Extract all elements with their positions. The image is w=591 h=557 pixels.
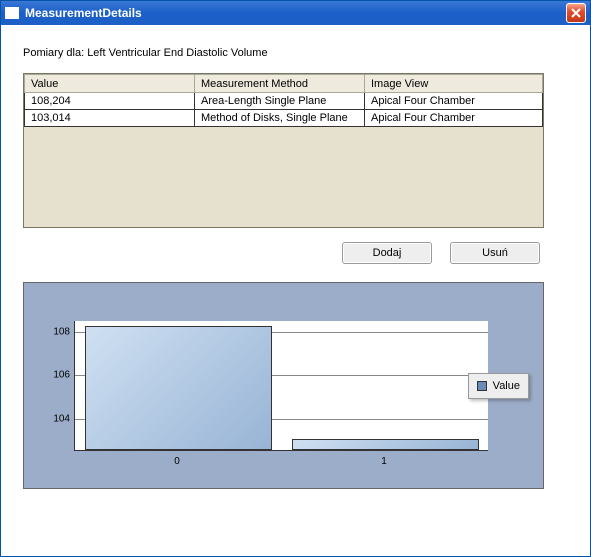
button-row: Dodaj Usuń bbox=[23, 228, 568, 272]
col-header-method[interactable]: Measurement Method bbox=[195, 75, 365, 93]
cell-value[interactable]: 103,014 bbox=[25, 110, 195, 127]
cell-method[interactable]: Method of Disks, Single Plane bbox=[195, 110, 365, 127]
legend-label: Value bbox=[493, 380, 520, 392]
chart-legend: Value bbox=[468, 373, 529, 399]
plot-area: 104 106 108 0 1 bbox=[74, 321, 488, 451]
x-tick: 0 bbox=[174, 456, 180, 467]
close-button[interactable] bbox=[566, 3, 586, 23]
prompt-label: Pomiary dla: Left Ventricular End Diasto… bbox=[23, 47, 568, 59]
table-row[interactable]: 108,204 Area-Length Single Plane Apical … bbox=[25, 93, 543, 110]
data-grid[interactable]: Value Measurement Method Image View 108,… bbox=[23, 73, 544, 228]
y-tick: 108 bbox=[46, 326, 70, 337]
y-tick: 106 bbox=[46, 370, 70, 381]
remove-button[interactable]: Usuń bbox=[450, 242, 540, 264]
cell-value[interactable]: 108,204 bbox=[25, 93, 195, 110]
window-title: MeasurementDetails bbox=[25, 6, 566, 20]
cell-view[interactable]: Apical Four Chamber bbox=[365, 110, 543, 127]
chart-panel: 104 106 108 0 1 Value bbox=[23, 282, 544, 489]
table-row[interactable]: 103,014 Method of Disks, Single Plane Ap… bbox=[25, 110, 543, 127]
cell-view[interactable]: Apical Four Chamber bbox=[365, 93, 543, 110]
close-icon bbox=[571, 8, 581, 18]
bar-0 bbox=[85, 326, 272, 450]
col-header-value[interactable]: Value bbox=[25, 75, 195, 93]
x-tick: 1 bbox=[381, 456, 387, 467]
content-area: Pomiary dla: Left Ventricular End Diasto… bbox=[1, 25, 590, 499]
y-tick: 104 bbox=[46, 413, 70, 424]
titlebar: MeasurementDetails bbox=[1, 1, 590, 25]
legend-swatch-icon bbox=[477, 381, 487, 391]
table-header-row: Value Measurement Method Image View bbox=[25, 75, 543, 93]
col-header-view[interactable]: Image View bbox=[365, 75, 543, 93]
app-icon bbox=[5, 7, 19, 19]
plot-background bbox=[74, 321, 488, 451]
bar-1 bbox=[292, 439, 479, 450]
cell-method[interactable]: Area-Length Single Plane bbox=[195, 93, 365, 110]
add-button[interactable]: Dodaj bbox=[342, 242, 432, 264]
